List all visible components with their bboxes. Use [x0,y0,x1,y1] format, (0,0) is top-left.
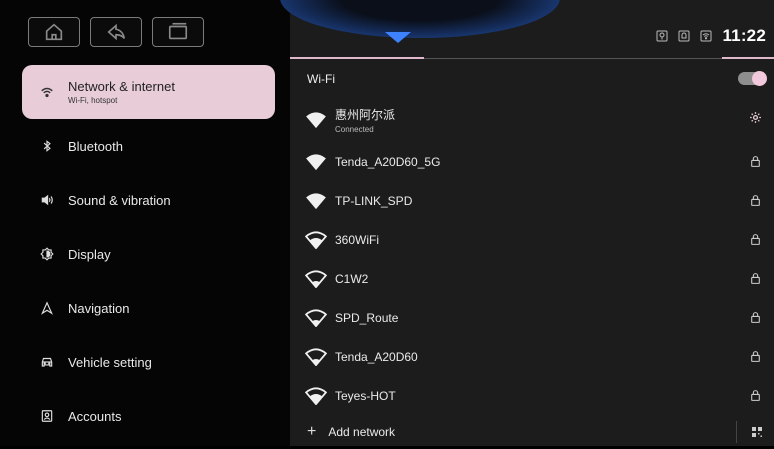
wifi-toggle-row[interactable]: Wi-Fi [290,60,774,98]
volume-icon [41,194,53,206]
tab-indicator [722,57,774,59]
add-network-row[interactable]: + Add network [290,415,774,449]
status-icons: 11:22 [656,26,766,46]
sidebar-item-vehicle[interactable]: Vehicle setting [22,335,275,389]
clock: 11:22 [722,26,766,45]
lock-icon [751,351,760,362]
wifi-toggle[interactable] [738,70,767,86]
wifi-signal-full-icon [306,192,326,209]
home-button[interactable] [28,17,80,47]
display-icon [40,247,54,261]
wifi-signal-full-icon [306,153,326,170]
wifi-signal-medium-icon [305,230,327,249]
settings-menu: Network & internet Wi-Fi, hotspot Blueto… [22,65,275,443]
tab-indicator [290,57,424,59]
plus-icon: + [307,423,317,440]
divider [424,58,722,59]
location-icon [656,30,668,42]
recent-apps-button[interactable] [152,17,204,47]
system-nav-buttons [28,17,204,47]
notification-dome [280,0,560,38]
lock-icon [751,273,760,284]
wifi-signal-low-icon [305,308,327,327]
network-status: Connected [335,125,374,134]
sidebar-item-bluetooth[interactable]: Bluetooth [22,119,275,173]
sidebar-item-label: Display [68,246,111,262]
lock-icon [751,390,760,401]
wifi-icon [41,87,53,98]
sidebar-item-network[interactable]: Network & internet Wi-Fi, hotspot [22,65,275,119]
wifi-list: Wi-Fi 惠州阿尔派 Connected Tenda_A20D60_5G TP… [290,60,774,449]
wifi-signal-low-icon [305,347,327,366]
network-item[interactable]: TP-LINK_SPD [290,181,774,220]
network-item[interactable]: C1W2 [290,259,774,298]
notification-icon [678,30,690,42]
divider [736,421,737,443]
sidebar-item-accounts[interactable]: Accounts [22,389,275,443]
network-item[interactable]: Teyes-HOT [290,376,774,415]
navigation-icon [41,301,53,315]
wifi-signal-medium-icon [305,386,327,405]
wifi-signal-full-icon [306,112,326,129]
lock-icon [751,312,760,323]
network-item[interactable]: SPD_Route [290,298,774,337]
network-name: C1W2 [335,271,369,286]
network-item[interactable]: Tenda_A20D60_5G [290,142,774,181]
sidebar-item-sound[interactable]: Sound & vibration [22,173,275,227]
sidebar-item-label: Sound & vibration [68,192,171,208]
toggle-knob [752,70,767,86]
sidebar-item-label: Navigation [68,300,130,316]
lock-icon [751,234,760,245]
network-item[interactable]: 360WiFi [290,220,774,259]
sidebar-item-label: Vehicle setting [68,354,152,370]
network-name: Teyes-HOT [335,388,396,403]
settings-icon[interactable] [749,111,762,124]
status-bar: 11:22 [280,0,774,60]
sidebar-item-label: Bluetooth [68,138,123,154]
back-icon [107,23,126,41]
car-icon [41,357,53,367]
qr-code-scan-icon[interactable] [751,426,763,438]
network-item[interactable]: 惠州阿尔派 Connected [290,98,774,142]
sidebar-item-display[interactable]: Display [22,227,275,281]
back-button[interactable] [90,17,142,47]
network-name: 惠州阿尔派 [335,108,396,122]
lock-icon [751,195,760,206]
sidebar-item-label: Accounts [68,408,122,424]
pull-down-arrow-icon[interactable] [385,32,411,43]
network-name: TP-LINK_SPD [335,193,413,208]
bluetooth-icon [43,140,51,152]
network-name: 360WiFi [335,232,380,247]
account-icon [41,410,53,422]
wifi-status-icon [700,30,712,42]
network-name: Tenda_A20D60 [335,349,418,364]
recent-apps-icon [168,22,188,40]
network-item[interactable]: Tenda_A20D60 [290,337,774,376]
home-icon [45,23,63,41]
add-network-label: Add network [328,425,396,439]
network-name: Tenda_A20D60_5G [335,154,441,169]
sidebar-item-navigation[interactable]: Navigation [22,281,275,335]
wifi-header-label: Wi-Fi [307,72,335,86]
sidebar-item-sublabel: Wi-Fi, hotspot [68,96,118,105]
sidebar-item-label: Network & internet [68,79,175,94]
network-name: SPD_Route [335,310,399,325]
wifi-signal-low-icon [305,269,327,288]
settings-sidebar-panel: Network & internet Wi-Fi, hotspot Blueto… [0,0,290,446]
wifi-panel: 11:22 Wi-Fi 惠州阿尔派 Connected Tenda_A20D60… [280,0,774,449]
lock-icon [751,156,760,167]
